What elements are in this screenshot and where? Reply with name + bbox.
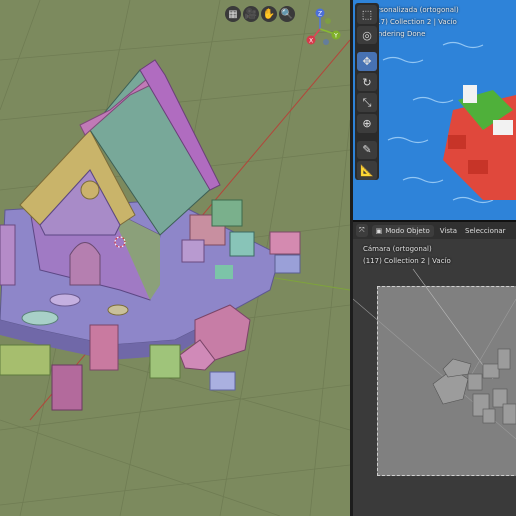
object-mode-icon: ▣ xyxy=(375,226,383,235)
svg-text:Z: Z xyxy=(318,11,322,18)
render-view-collection: (117) Collection 2 | Vacío xyxy=(369,18,457,26)
mode-label: Modo Objeto xyxy=(385,226,430,235)
house-scene xyxy=(0,0,350,516)
select-box-icon[interactable]: ⬚ xyxy=(357,5,377,24)
svg-text:Y: Y xyxy=(333,33,338,40)
zoom-icon[interactable]: 🔍 xyxy=(279,6,295,22)
editor-header: ⤧ ▣ Modo Objeto Vista Seleccionar xyxy=(353,222,516,239)
camera-scene-wireframe xyxy=(353,268,516,440)
editor-type-icon[interactable]: ⤧ xyxy=(356,224,368,237)
rotate-icon[interactable]: ↻ xyxy=(357,72,377,92)
menu-select[interactable]: Seleccionar xyxy=(463,227,508,235)
camera-viewport[interactable]: Cámara (ortogonal) (117) Collection 2 | … xyxy=(353,239,516,516)
camera-icon[interactable]: 🎥 xyxy=(243,6,259,22)
axis-gizmo[interactable]: Z Y X xyxy=(300,4,350,49)
menu-view[interactable]: Vista xyxy=(438,227,459,235)
mode-dropdown[interactable]: ▣ Modo Objeto xyxy=(371,224,434,237)
move-icon[interactable]: ✥ xyxy=(357,52,377,71)
transform-icon[interactable]: ⊕ xyxy=(357,114,377,133)
grid-icon[interactable]: ▦ xyxy=(225,6,241,22)
main-3d-viewport[interactable]: ▦ 🎥 ✋ 🔍 Z Y X xyxy=(0,0,350,516)
render-view-title: Personalizada (ortogonal) xyxy=(369,6,459,14)
hand-icon[interactable]: ✋ xyxy=(261,6,277,22)
toolbar-strip: ⬚ ◎ ✥ ↻ ⤡ ⊕ ✎ 📐 xyxy=(355,3,379,180)
svg-text:X: X xyxy=(309,38,313,45)
measure-icon[interactable]: 📐 xyxy=(357,161,377,180)
annotate-icon[interactable]: ✎ xyxy=(357,140,377,160)
navigation-buttons: ▦ 🎥 ✋ 🔍 xyxy=(225,6,295,22)
cursor-icon[interactable]: ◎ xyxy=(357,25,377,45)
scale-icon[interactable]: ⤡ xyxy=(357,93,377,113)
